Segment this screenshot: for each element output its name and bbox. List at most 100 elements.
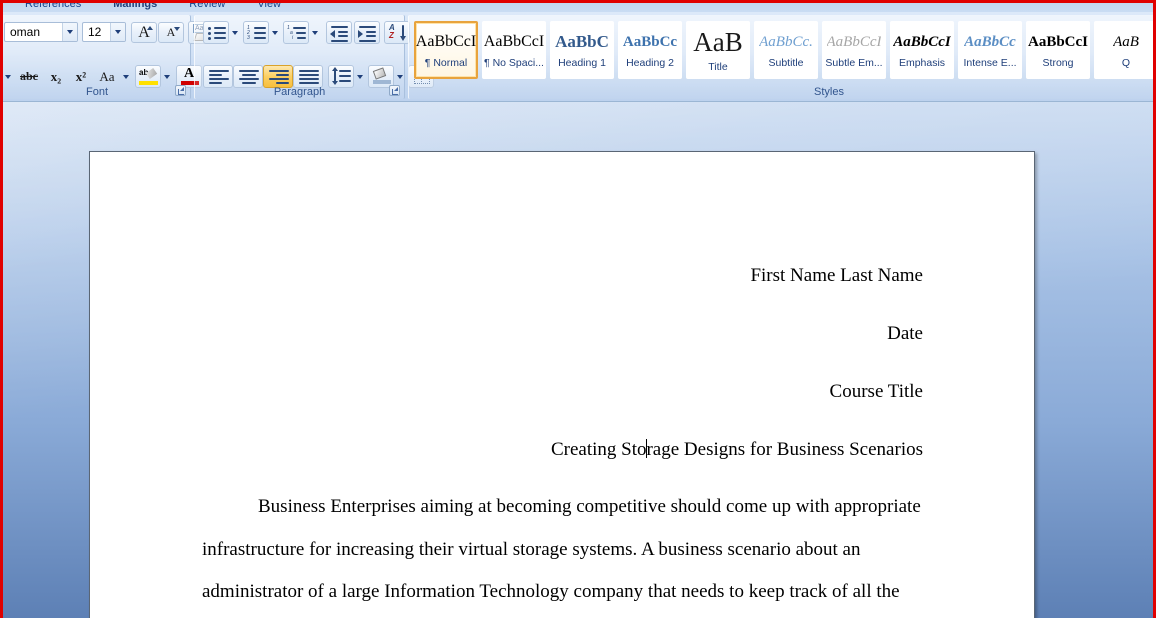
- style-preview: AaBbCcI: [893, 33, 951, 50]
- shrink-font-button[interactable]: A: [158, 22, 184, 43]
- styles-group: AaBbCcI ¶ Normal AaBbCcI ¶ No Spaci... A…: [408, 15, 1153, 99]
- style-preview: AaB: [693, 27, 743, 56]
- multilevel-list-button[interactable]: 1 a i: [283, 21, 309, 44]
- document-canvas[interactable]: First Name Last Name Date Course Title C…: [3, 102, 1153, 618]
- doc-paragraph-line-2: infrastructure for increasing their virt…: [202, 539, 861, 560]
- font-name-dropdown-arrow[interactable]: [62, 23, 77, 41]
- align-left-icon: [204, 66, 232, 87]
- style-item-no-spacing[interactable]: AaBbCcI ¶ No Spaci...: [482, 21, 546, 79]
- word-window: References Mailings Review View oman 12 …: [0, 0, 1156, 618]
- doc-title-after-caret: rage Designs for Business Scenarios: [646, 439, 923, 460]
- grow-font-button[interactable]: A: [131, 22, 157, 43]
- style-item-title[interactable]: AaB Title: [686, 21, 750, 79]
- font-name-combo[interactable]: oman: [4, 22, 78, 42]
- strikethrough-icon: abc: [20, 69, 38, 83]
- doc-paragraph-line-3: administrator of a large Information Tec…: [202, 581, 900, 602]
- line-spacing-button[interactable]: [328, 65, 354, 88]
- justify-button[interactable]: [293, 65, 323, 88]
- paragraph-dialog-launcher[interactable]: [389, 85, 400, 96]
- doc-paragraph-line-1: Business Enterprises aiming at becoming …: [258, 496, 921, 517]
- shrink-arrow-icon: [174, 27, 180, 31]
- doc-line-title: Creating Storage Designs for Business Sc…: [551, 439, 923, 461]
- doc-line-name: First Name Last Name: [750, 265, 923, 286]
- superscript-icon: x²: [75, 68, 87, 84]
- style-label: Heading 1: [558, 56, 606, 69]
- shading-dropdown-arrow[interactable]: [394, 66, 406, 87]
- font-size-value: 12: [88, 25, 102, 39]
- increase-indent-button[interactable]: [354, 21, 380, 44]
- multilevel-list-icon: 1 a i: [284, 22, 308, 43]
- font-name-value: oman: [10, 25, 41, 39]
- subscript-button[interactable]: x₂: [44, 66, 68, 87]
- numbering-dropdown-arrow[interactable]: [269, 22, 281, 43]
- font-dialog-launcher[interactable]: [175, 85, 186, 96]
- document-page[interactable]: First Name Last Name Date Course Title C…: [89, 151, 1035, 618]
- style-label: ¶ No Spaci...: [484, 56, 544, 69]
- align-right-icon: [264, 66, 292, 87]
- tab-review[interactable]: Review: [173, 3, 241, 12]
- style-label: Title: [708, 60, 728, 73]
- decrease-indent-button[interactable]: [326, 21, 352, 44]
- ribbon-tabs: References Mailings Review View: [3, 3, 297, 12]
- style-item-emphasis[interactable]: AaBbCcI Emphasis: [890, 21, 954, 79]
- style-item-subtle-emphasis[interactable]: AaBbCcI Subtle Em...: [822, 21, 886, 79]
- style-preview: AaBbC: [555, 31, 609, 51]
- text-highlight-dropdown-arrow[interactable]: [161, 66, 173, 87]
- style-preview: AaB: [1113, 33, 1139, 50]
- style-item-quote[interactable]: AaB Q: [1094, 21, 1153, 79]
- change-case-dropdown-arrow[interactable]: [120, 66, 132, 87]
- shading-paint-bucket-icon: [369, 66, 393, 87]
- strikethrough-button[interactable]: abc: [16, 66, 42, 87]
- grow-arrow-icon: [147, 26, 153, 30]
- font-group: oman 12 A A Aa abc: [3, 15, 216, 99]
- tab-mailings[interactable]: Mailings: [97, 3, 173, 12]
- multilevel-list-dropdown-arrow[interactable]: [309, 22, 321, 43]
- align-center-button[interactable]: [233, 65, 263, 88]
- tab-references[interactable]: References: [9, 3, 97, 12]
- underline-dropdown-arrow[interactable]: [3, 67, 14, 87]
- style-item-subtitle[interactable]: AaBbCc. Subtitle: [754, 21, 818, 79]
- style-preview: AaBbCcI: [483, 32, 545, 50]
- doc-line-course-title: Course Title: [829, 381, 923, 402]
- change-case-button[interactable]: Aa: [94, 66, 120, 87]
- style-item-strong[interactable]: AaBbCcI Strong: [1026, 21, 1090, 79]
- align-left-button[interactable]: [203, 65, 233, 88]
- style-item-intense-emphasis[interactable]: AaBbCc Intense E...: [958, 21, 1022, 79]
- style-preview: AaBbCc: [622, 33, 678, 50]
- highlight-color-swatch: [139, 81, 158, 85]
- subscript-icon: x₂: [50, 68, 62, 84]
- text-highlight-button[interactable]: ab: [135, 65, 161, 88]
- style-item-heading-2[interactable]: AaBbCc Heading 2: [618, 21, 682, 79]
- style-label: ¶ Normal: [424, 56, 468, 69]
- bullets-button[interactable]: [203, 21, 229, 44]
- style-label: Intense E...: [963, 56, 1017, 69]
- decrease-indent-icon: [327, 22, 351, 43]
- tab-view[interactable]: View: [241, 3, 297, 12]
- style-item-normal[interactable]: AaBbCcI ¶ Normal: [414, 21, 478, 79]
- font-size-dropdown-arrow[interactable]: [110, 23, 125, 41]
- numbering-button[interactable]: 1 2 3: [243, 21, 269, 44]
- increase-indent-icon: [355, 22, 379, 43]
- style-label: Emphasis: [898, 56, 946, 69]
- sort-button[interactable]: A Z: [384, 21, 410, 44]
- superscript-button[interactable]: x²: [69, 66, 93, 87]
- sort-az-icon: A Z: [385, 22, 409, 43]
- numbering-icon: 1 2 3: [244, 22, 268, 43]
- line-spacing-icon: [329, 66, 353, 87]
- bullets-dropdown-arrow[interactable]: [229, 22, 241, 43]
- document-body[interactable]: First Name Last Name Date Course Title C…: [90, 152, 1034, 618]
- ribbon-tab-strip: References Mailings Review View: [3, 3, 1153, 12]
- paragraph-group-label: Paragraph: [273, 86, 326, 98]
- line-spacing-dropdown-arrow[interactable]: [354, 66, 366, 87]
- styles-group-label: Styles: [814, 86, 844, 98]
- styles-gallery[interactable]: AaBbCcI ¶ Normal AaBbCcI ¶ No Spaci... A…: [409, 15, 1153, 85]
- style-label: Q: [1121, 56, 1131, 69]
- doc-title-before-caret: Creating Sto: [550, 439, 647, 460]
- font-color-a-icon: A: [184, 66, 195, 81]
- style-item-heading-1[interactable]: AaBbC Heading 1: [550, 21, 614, 79]
- font-size-combo[interactable]: 12: [82, 22, 126, 42]
- align-right-button[interactable]: [263, 65, 293, 88]
- style-preview: AaBbCc: [964, 33, 1016, 50]
- style-preview: AaBbCcI: [1027, 33, 1088, 50]
- align-center-icon: [234, 66, 262, 87]
